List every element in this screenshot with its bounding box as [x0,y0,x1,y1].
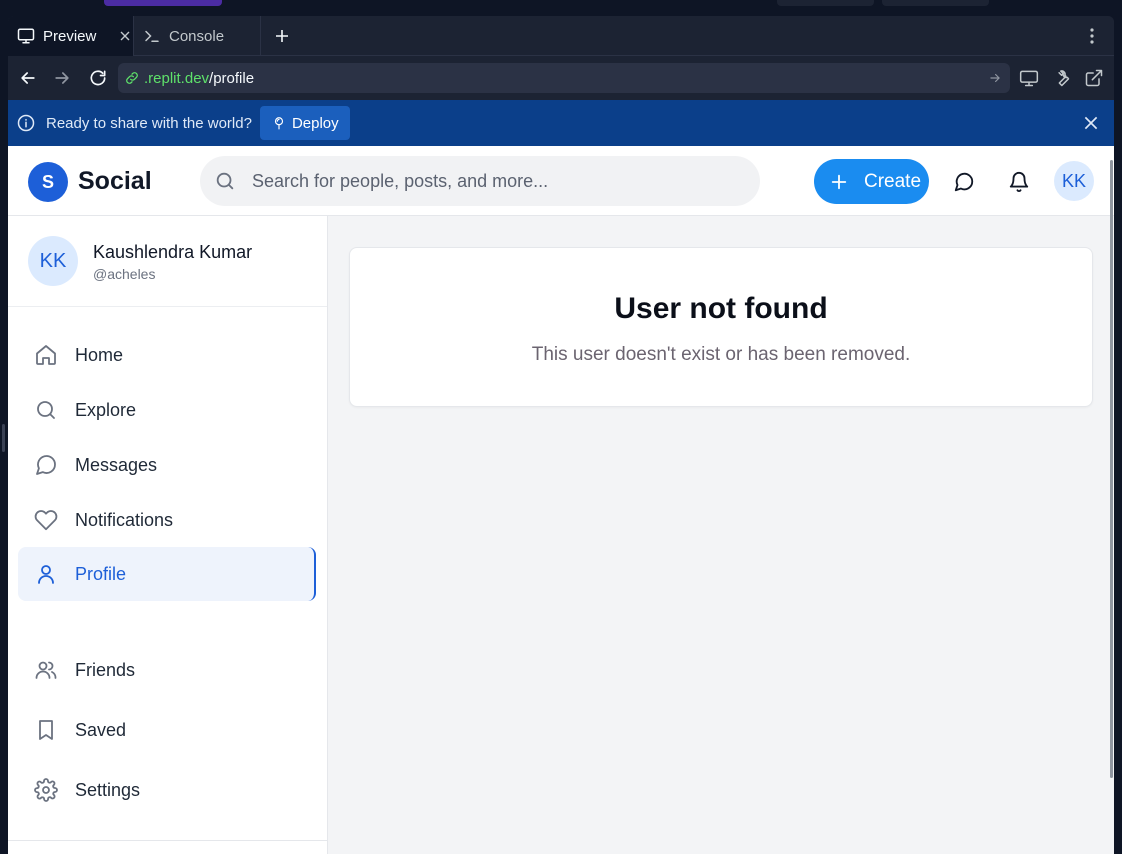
bookmark-icon [34,718,75,742]
sidebar-item-profile[interactable]: Profile [18,547,316,601]
create-button[interactable]: Create [814,159,929,204]
tab-console[interactable]: Console [135,16,261,56]
user-card[interactable]: KK Kaushlendra Kumar @acheles [8,216,327,307]
more-vertical-icon[interactable] [1082,26,1102,46]
sidebar-item-label: Explore [75,399,137,420]
sidebar-divider [8,840,327,841]
close-icon[interactable] [117,28,133,44]
url-bar: .replit.dev /profile [8,56,1114,100]
tab-bar: Preview Console [8,16,1114,56]
deploy-label: Deploy [291,114,339,132]
bell-icon[interactable] [1008,171,1030,193]
preview-pane: Preview Console .replit.dev /profile Rea… [8,16,1114,854]
plus-icon [830,173,864,191]
forward-arrow-icon[interactable] [52,68,72,88]
not-found-card: User not found This user doesn't exist o… [349,247,1093,407]
url-input[interactable]: .replit.dev /profile [118,63,1010,93]
sidebar-item-label: Friends [75,659,136,680]
url-domain: .replit.dev [144,69,210,87]
app-header: S Social Search for people, posts, and m… [8,146,1114,216]
tab-preview[interactable]: Preview [8,16,134,56]
link-icon [124,70,140,86]
home-icon [34,343,75,367]
devices-icon[interactable] [1019,68,1039,88]
wrench-icon[interactable] [1051,68,1071,88]
sidebar-item-notifications[interactable]: Notifications [18,493,316,547]
search-input[interactable]: Search for people, posts, and more... [200,156,760,206]
top-strip-button[interactable] [777,0,874,6]
scrollbar[interactable] [1110,160,1113,778]
avatar[interactable]: KK [1054,161,1094,201]
terminal-icon [143,27,161,45]
monitor-icon [17,27,35,45]
sidebar-item-label: Home [75,344,124,365]
app-viewport: S Social Search for people, posts, and m… [8,146,1114,854]
top-strip-button[interactable] [882,0,989,6]
sidebar-item-explore[interactable]: Explore [18,383,316,437]
sidebar-item-label: Profile [75,563,127,584]
banner-text: Ready to share with the world? [46,114,252,132]
sidebar-item-label: Messages [75,454,158,475]
sidebar: KK Kaushlendra Kumar @acheles Home Explo… [8,216,328,854]
go-arrow-icon[interactable] [988,71,1002,85]
search-icon [34,398,75,422]
tab-label: Console [169,27,225,45]
info-icon [17,114,35,132]
deploy-banner: Ready to share with the world? Deploy [8,100,1114,146]
deploy-button[interactable]: Deploy [259,106,350,140]
message-icon [34,453,75,477]
create-label: Create [864,170,922,192]
back-arrow-icon[interactable] [18,68,38,88]
page-title: User not found [614,292,828,325]
external-link-icon[interactable] [1084,68,1104,88]
sidebar-item-friends[interactable]: Friends [18,643,316,697]
sidebar-item-saved[interactable]: Saved [18,703,316,757]
tab-label: Preview [43,27,97,45]
sidebar-item-label: Settings [75,779,141,800]
gear-icon [34,778,75,802]
top-strip [0,0,1122,16]
users-icon [34,658,75,682]
resize-handle[interactable] [2,424,5,452]
logo-text[interactable]: Social [78,167,152,196]
logo-mark[interactable]: S [28,162,68,202]
top-strip-button[interactable] [104,0,222,6]
message-icon[interactable] [953,171,975,193]
user-handle: @acheles [93,266,156,282]
search-placeholder: Search for people, posts, and more... [252,170,549,191]
url-path: /profile [209,69,255,87]
close-icon[interactable] [1082,114,1100,132]
sidebar-item-home[interactable]: Home [18,328,316,382]
sidebar-item-messages[interactable]: Messages [18,438,316,492]
refresh-icon[interactable] [88,68,108,88]
heart-icon [34,508,75,532]
deploy-icon [272,115,292,131]
user-icon [34,562,75,586]
plus-icon[interactable] [272,26,292,46]
sidebar-item-label: Saved [75,719,127,740]
sidebar-item-settings[interactable]: Settings [18,763,316,817]
sidebar-item-label: Notifications [75,509,174,530]
user-name: Kaushlendra Kumar [93,242,253,262]
not-found-message: This user doesn't exist or has been remo… [531,344,911,365]
search-icon [214,170,236,192]
user-avatar: KK [28,236,78,286]
